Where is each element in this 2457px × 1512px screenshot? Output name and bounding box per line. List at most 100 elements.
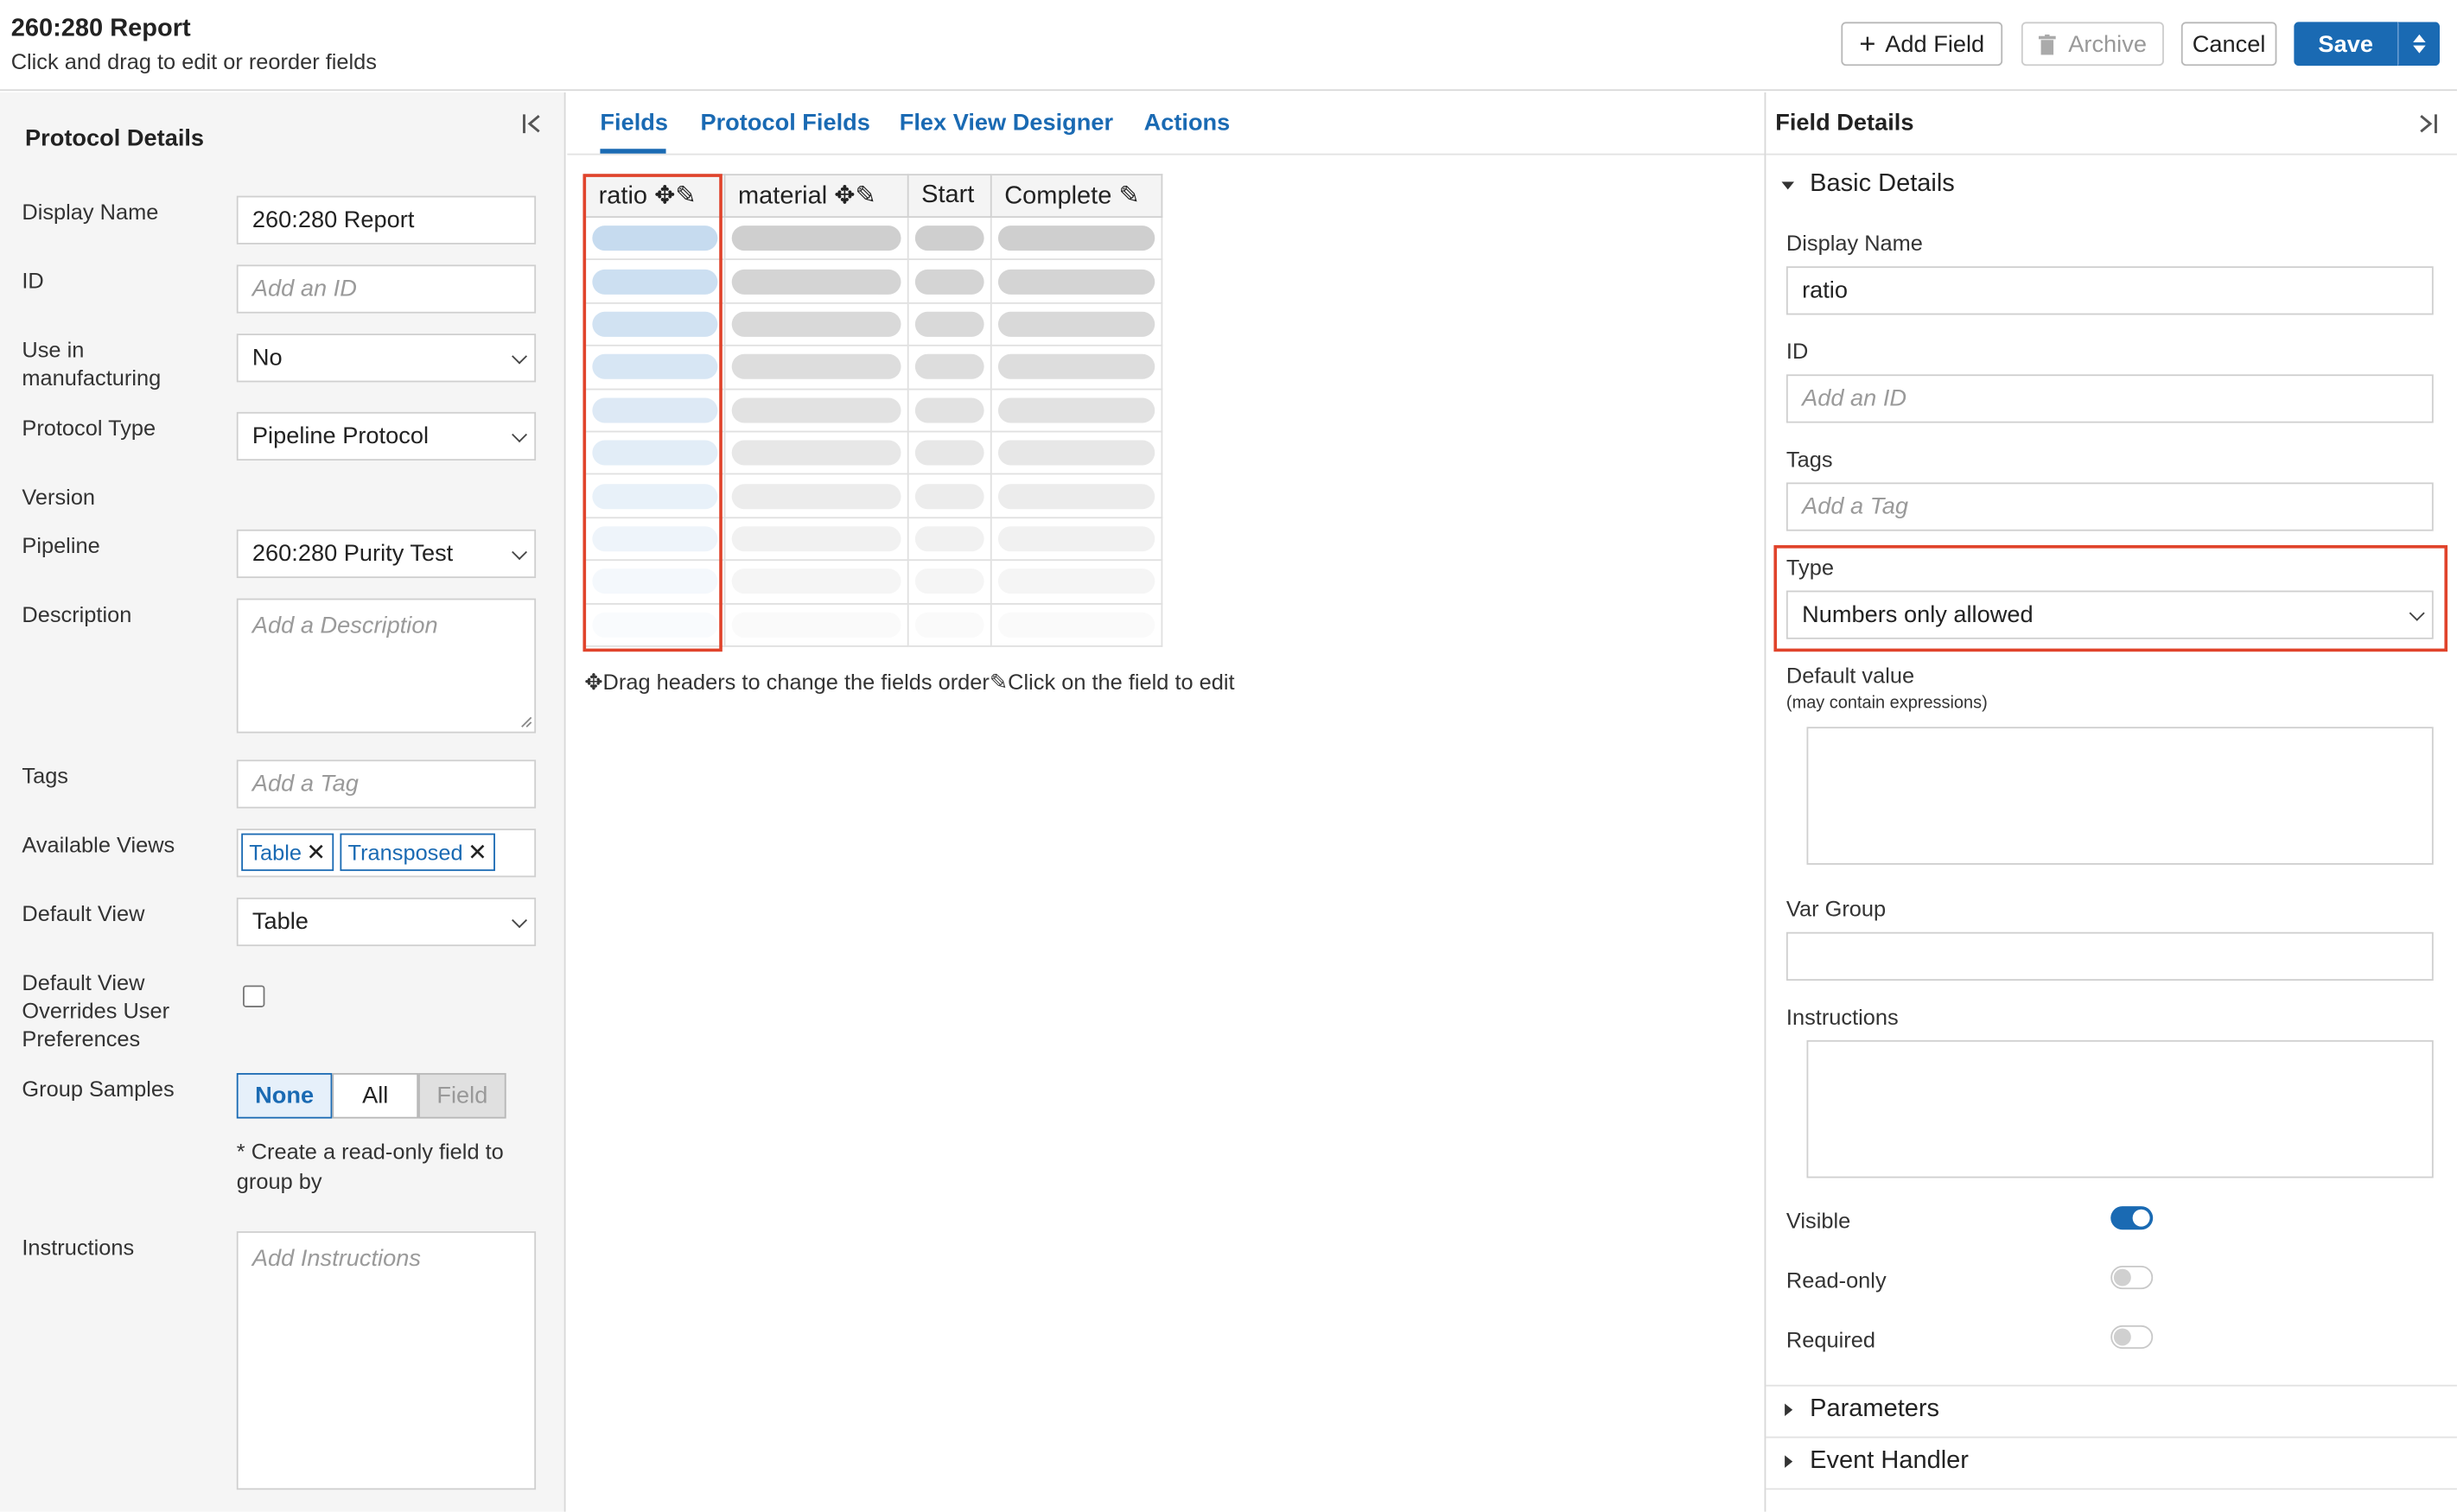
section-divider bbox=[1766, 1384, 2457, 1387]
default-value-textarea[interactable] bbox=[1806, 727, 2434, 865]
field-id-input[interactable]: Add an ID bbox=[1785, 374, 2434, 423]
event-handler-header[interactable]: Event Handler bbox=[1810, 1447, 1969, 1476]
caret-down-icon[interactable] bbox=[1781, 181, 1794, 190]
required-toggle[interactable] bbox=[2110, 1325, 2154, 1350]
placeholder-cell[interactable] bbox=[990, 345, 1163, 390]
placeholder-cell[interactable] bbox=[990, 302, 1163, 347]
use-in-manufacturing-select[interactable]: No bbox=[236, 334, 537, 383]
group-samples-none[interactable]: None bbox=[236, 1072, 333, 1119]
tab-actions[interactable]: Actions bbox=[1144, 110, 1231, 137]
placeholder-cell[interactable] bbox=[990, 473, 1163, 518]
placeholder-cell[interactable] bbox=[723, 473, 909, 518]
section-divider bbox=[1766, 1488, 2457, 1490]
group-samples-field[interactable]: Field bbox=[418, 1072, 506, 1119]
placeholder-cell[interactable] bbox=[723, 430, 909, 476]
remove-icon[interactable]: ✕ bbox=[468, 838, 487, 867]
add-field-button[interactable]: + Add Field bbox=[1841, 22, 2003, 67]
pencil-icon[interactable]: ✎ bbox=[856, 183, 876, 210]
caret-right-icon[interactable] bbox=[1785, 1403, 1793, 1417]
field-type-select[interactable]: Numbers only allowed bbox=[1785, 590, 2434, 639]
field-instructions-textarea[interactable] bbox=[1806, 1039, 2434, 1178]
basic-details-header[interactable]: Basic Details bbox=[1810, 171, 1955, 200]
placeholder-cell[interactable] bbox=[723, 216, 909, 261]
protocol-type-value: Pipeline Protocol bbox=[251, 422, 430, 450]
placeholder-cell[interactable] bbox=[907, 473, 992, 518]
view-chip-transposed[interactable]: Transposed ✕ bbox=[340, 833, 495, 872]
archive-button[interactable]: Archive bbox=[2021, 22, 2164, 67]
display-name-label: Display Name bbox=[22, 199, 159, 225]
remove-icon[interactable]: ✕ bbox=[306, 838, 326, 867]
placeholder-cell[interactable] bbox=[907, 387, 992, 433]
placeholder-cell[interactable] bbox=[907, 302, 992, 347]
field-tags-input[interactable]: Add a Tag bbox=[1785, 482, 2434, 531]
placeholder-cell[interactable] bbox=[907, 345, 992, 390]
visible-toggle[interactable] bbox=[2110, 1206, 2154, 1230]
description-textarea[interactable]: Add a Description bbox=[236, 598, 537, 734]
collapse-left-icon[interactable] bbox=[522, 113, 544, 135]
placeholder-cell[interactable] bbox=[907, 430, 992, 476]
placeholder-cell[interactable] bbox=[907, 516, 992, 562]
instructions-textarea[interactable]: Add Instructions bbox=[236, 1231, 537, 1490]
placeholder-cell[interactable] bbox=[723, 602, 909, 647]
placeholder-cell[interactable] bbox=[990, 602, 1163, 647]
view-chip-table[interactable]: Table ✕ bbox=[241, 833, 334, 872]
id-input[interactable]: Add an ID bbox=[236, 264, 537, 314]
resize-handle-icon[interactable] bbox=[520, 716, 533, 729]
read-only-toggle[interactable] bbox=[2110, 1265, 2154, 1290]
pencil-icon[interactable]: ✎ bbox=[1118, 183, 1139, 210]
placeholder-cell[interactable] bbox=[990, 559, 1163, 604]
pipeline-value: 260:280 Purity Test bbox=[251, 540, 454, 568]
tab-flex-view-designer[interactable]: Flex View Designer bbox=[900, 110, 1113, 137]
display-name-input[interactable]: 260:280 Report bbox=[236, 195, 537, 245]
skeleton-pill bbox=[914, 226, 984, 251]
skeleton-pill bbox=[731, 226, 901, 251]
move-icon[interactable]: ✥ bbox=[834, 183, 855, 210]
skeleton-pill bbox=[731, 569, 901, 594]
field-type-value: Numbers only allowed bbox=[1802, 601, 2034, 629]
default-view-select[interactable]: Table bbox=[236, 897, 537, 947]
tags-input[interactable]: Add a Tag bbox=[236, 759, 537, 809]
field-instructions-label: Instructions bbox=[1785, 1004, 1899, 1030]
placeholder-cell[interactable] bbox=[723, 258, 909, 304]
pipeline-select[interactable]: 260:280 Purity Test bbox=[236, 529, 537, 579]
placeholder-cell[interactable] bbox=[907, 602, 992, 647]
active-tab-indicator bbox=[600, 149, 666, 154]
save-button[interactable]: Save bbox=[2294, 22, 2398, 67]
placeholder-cell[interactable] bbox=[723, 516, 909, 562]
tab-fields[interactable]: Fields bbox=[600, 110, 668, 137]
column-header-start[interactable]: Start bbox=[907, 174, 992, 219]
placeholder-cell[interactable] bbox=[990, 387, 1163, 433]
placeholder-cell[interactable] bbox=[907, 216, 992, 261]
default-view-value: Table bbox=[251, 908, 309, 936]
skeleton-pill bbox=[914, 269, 984, 295]
toggle-knob bbox=[2113, 1328, 2131, 1346]
skeleton-pill bbox=[731, 526, 901, 552]
cancel-button[interactable]: Cancel bbox=[2180, 22, 2277, 67]
skeleton-pill bbox=[731, 354, 901, 380]
placeholder-cell[interactable] bbox=[723, 387, 909, 433]
placeholder-cell[interactable] bbox=[907, 258, 992, 304]
tab-protocol-fields[interactable]: Protocol Fields bbox=[700, 110, 869, 137]
default-view-overrides-checkbox[interactable] bbox=[243, 985, 265, 1007]
placeholder-cell[interactable] bbox=[723, 559, 909, 604]
caret-right-icon[interactable] bbox=[1785, 1455, 1793, 1468]
placeholder-cell[interactable] bbox=[723, 345, 909, 390]
instructions-label: Instructions bbox=[22, 1234, 135, 1260]
placeholder-cell[interactable] bbox=[990, 430, 1163, 476]
column-header-material[interactable]: material ✥✎ bbox=[723, 174, 909, 219]
protocol-type-select[interactable]: Pipeline Protocol bbox=[236, 411, 537, 461]
column-header-complete[interactable]: Complete ✎ bbox=[990, 174, 1163, 219]
collapse-right-icon[interactable] bbox=[2416, 113, 2438, 135]
column-name: Complete bbox=[1004, 183, 1112, 210]
placeholder-cell[interactable] bbox=[990, 516, 1163, 562]
field-display-name-input[interactable]: ratio bbox=[1785, 266, 2434, 315]
var-group-input[interactable] bbox=[1785, 931, 2434, 982]
group-samples-all[interactable]: All bbox=[332, 1072, 419, 1119]
placeholder-cell[interactable] bbox=[990, 216, 1163, 261]
save-label: Save bbox=[2318, 30, 2373, 58]
save-options-button[interactable] bbox=[2397, 22, 2440, 67]
placeholder-cell[interactable] bbox=[990, 258, 1163, 304]
parameters-header[interactable]: Parameters bbox=[1810, 1395, 1939, 1424]
placeholder-cell[interactable] bbox=[907, 559, 992, 604]
placeholder-cell[interactable] bbox=[723, 302, 909, 347]
